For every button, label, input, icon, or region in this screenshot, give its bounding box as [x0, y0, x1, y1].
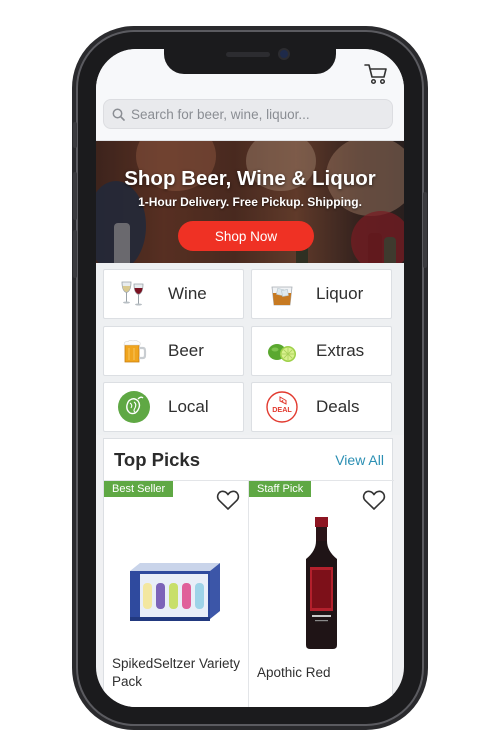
top-picks-section: Top Picks View All Best Seller SpikedSel… [103, 438, 394, 707]
category-label: Extras [316, 341, 365, 360]
category-label: Deals [316, 397, 360, 416]
category-wine[interactable]: Wine [103, 269, 244, 319]
staff-pick-badge: Staff Pick [249, 481, 312, 497]
category-label: Liquor [316, 284, 364, 303]
category-liquor[interactable]: Liquor [251, 269, 392, 319]
top-picks-title: Top Picks [114, 449, 201, 470]
product-name: Apothic Red [257, 665, 331, 680]
category-label: Beer [168, 341, 204, 360]
best-seller-badge: Best Seller [104, 481, 174, 497]
product-card[interactable]: Best Seller SpikedSeltzer Variety Pack [104, 481, 249, 707]
search-input[interactable] [131, 106, 381, 122]
product-card[interactable]: Staff Pick Apothic Red [249, 481, 394, 707]
category-local[interactable]: Local [103, 382, 244, 432]
search-bar [96, 93, 404, 141]
wine-bottle-image [306, 517, 337, 649]
deal-tag-icon: DEAL [266, 391, 298, 423]
category-beer[interactable]: Beer [103, 326, 244, 376]
front-camera [280, 50, 288, 58]
whiskey-glass-icon [271, 286, 293, 306]
category-label: Local [168, 397, 209, 416]
product-name: SpikedSeltzer Variety Pack [112, 656, 241, 689]
top-picks-header: Top Picks View All [104, 439, 394, 481]
mute-switch [73, 122, 77, 148]
cart-icon [364, 64, 387, 85]
phone-screen: Shop Beer, Wine & Liquor 1-Hour Delivery… [96, 49, 404, 707]
hero-title: Shop Beer, Wine & Liquor [124, 167, 376, 190]
beer-mug-icon [123, 340, 147, 363]
power-button [423, 192, 427, 268]
cart-button[interactable] [364, 63, 388, 85]
category-deals[interactable]: DEAL Deals [251, 382, 392, 432]
speaker-grille [226, 52, 270, 57]
heart-icon[interactable] [216, 489, 240, 511]
lime-icon [268, 344, 296, 362]
volume-up-button [73, 172, 77, 220]
hops-icon [118, 391, 150, 423]
variety-pack-image [130, 563, 220, 621]
svg-text:DEAL: DEAL [272, 405, 292, 414]
category-extras[interactable]: Extras [251, 326, 392, 376]
phone-notch [164, 44, 336, 74]
wine-glass-icon [121, 281, 144, 306]
volume-down-button [73, 230, 77, 278]
category-grid: Wine Liquor Beer Extras Local DEAL Deals [96, 263, 404, 435]
search-field[interactable] [103, 99, 393, 129]
view-all-link[interactable]: View All [335, 452, 384, 468]
search-icon [112, 108, 125, 121]
heart-icon[interactable] [362, 489, 386, 511]
hero-banner: Shop Beer, Wine & Liquor 1-Hour Delivery… [96, 141, 404, 263]
category-label: Wine [168, 284, 207, 303]
shop-now-button[interactable]: Shop Now [178, 221, 314, 251]
hero-subtitle: 1-Hour Delivery. Free Pickup. Shipping. [138, 195, 362, 209]
